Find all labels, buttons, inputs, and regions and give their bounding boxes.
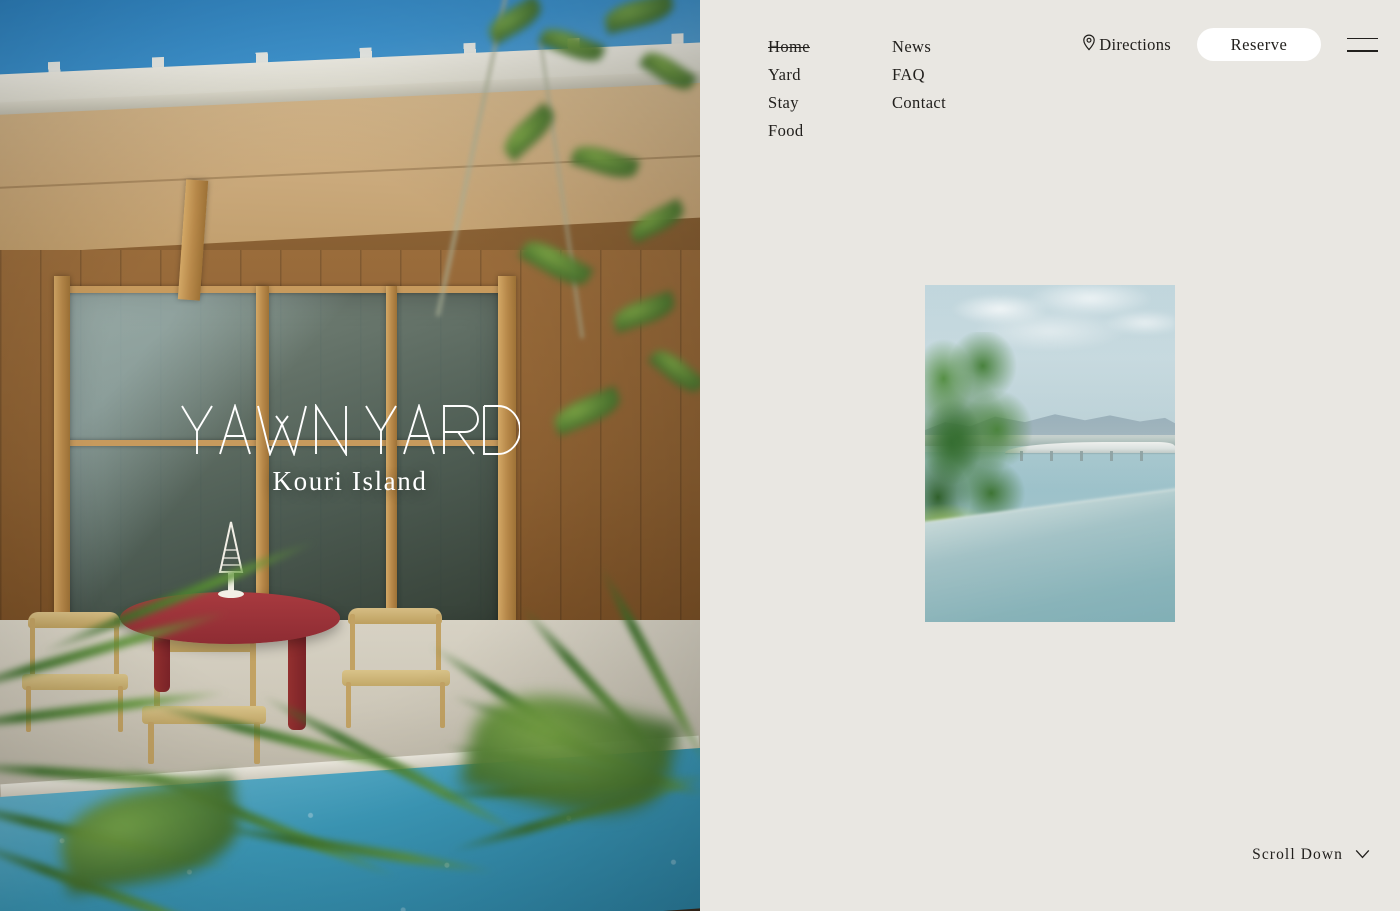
map-pin-icon	[1082, 33, 1096, 56]
chevron-down-icon	[1355, 846, 1370, 864]
hero-section: Kouri Island	[0, 0, 700, 911]
main-navigation: Home Yard Stay Food News FAQ Contact	[768, 33, 946, 145]
hamburger-line	[1347, 37, 1378, 40]
nav-item-food[interactable]: Food	[768, 117, 864, 145]
nav-item-home[interactable]: Home	[768, 33, 864, 61]
directions-link[interactable]: Directions	[1082, 33, 1171, 56]
hamburger-menu-icon[interactable]	[1347, 37, 1378, 52]
nav-item-stay[interactable]: Stay	[768, 89, 864, 117]
header-actions: Directions Reserve	[1082, 28, 1378, 61]
brand-logo	[181, 404, 520, 456]
nav-item-news[interactable]: News	[892, 33, 946, 61]
nav-item-yard[interactable]: Yard	[768, 61, 864, 89]
nav-column-secondary: News FAQ Contact	[892, 33, 946, 145]
reserve-button[interactable]: Reserve	[1197, 28, 1321, 61]
feature-photograph	[925, 285, 1175, 622]
bridge-pier	[1140, 450, 1143, 461]
nav-item-faq[interactable]: FAQ	[892, 61, 946, 89]
directions-label: Directions	[1099, 34, 1171, 54]
right-panel: Home Yard Stay Food News FAQ Contact Dir…	[700, 0, 1400, 911]
hero-title-block: Kouri Island	[0, 404, 700, 497]
nav-column-primary: Home Yard Stay Food	[768, 33, 864, 145]
site-header: Home Yard Stay Food News FAQ Contact Dir…	[700, 0, 1400, 150]
page-root: Kouri Island Home Yard Stay Food News FA…	[0, 0, 1400, 911]
scroll-down-indicator[interactable]: Scroll Down	[1252, 846, 1370, 864]
hero-tagline: Kouri Island	[272, 466, 428, 496]
bridge-pier	[1050, 450, 1053, 461]
scroll-down-label: Scroll Down	[1252, 846, 1343, 863]
bridge-pier	[1080, 450, 1083, 461]
hamburger-line	[1347, 49, 1378, 52]
nav-item-contact[interactable]: Contact	[892, 89, 946, 117]
bridge-pier	[1110, 450, 1113, 461]
